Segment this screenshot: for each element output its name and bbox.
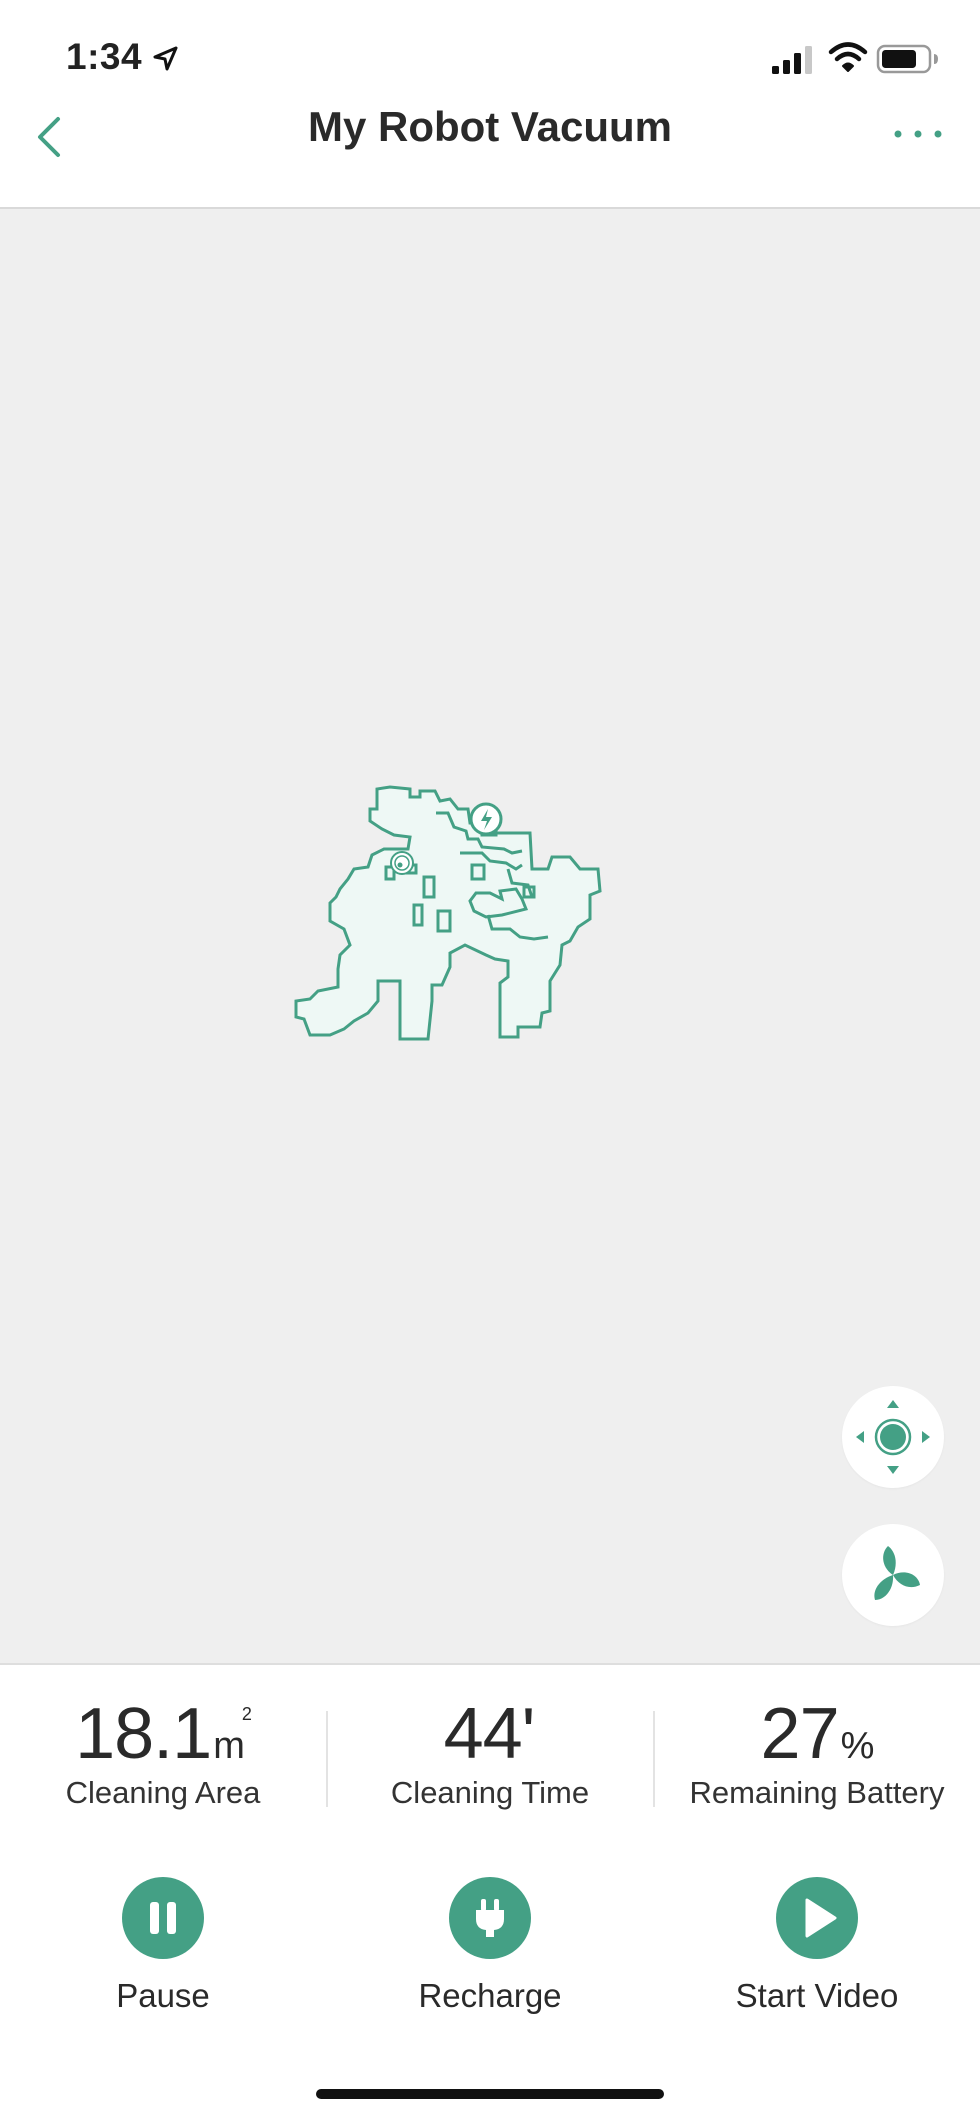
nav-bar: My Robot Vacuum [0,95,980,209]
stat-cleaning-area: 18.1m2 Cleaning Area [0,1665,326,1853]
robot-position-icon [390,851,414,875]
stat-value: 44' [443,1694,536,1774]
charging-dock-icon [469,802,503,836]
status-time: 1:34 [66,36,143,77]
pause-icon [150,1902,176,1934]
stat-value: 18.1m2 [75,1694,252,1774]
stat-value: 27% [760,1694,875,1774]
recharge-button[interactable]: Recharge [327,1877,653,2027]
recharge-circle [449,1877,531,1959]
start-video-button[interactable]: Start Video [654,1877,980,2027]
joystick-icon [856,1400,930,1474]
battery-icon [876,44,938,74]
more-options-button[interactable] [888,119,948,149]
action-bar: Pause Recharge Start Video [0,1853,980,2121]
start-video-circle [776,1877,858,1959]
stat-label: Cleaning Time [390,1775,590,1810]
pause-circle [122,1877,204,1959]
stat-remaining-battery: 27% Remaining Battery [654,1665,980,1853]
remote-control-button[interactable] [842,1386,944,1488]
fan-icon [874,1546,920,1600]
stats-panel: 18.1m2 Cleaning Area 44' Cleaning Time 2… [0,1663,980,1855]
stat-unit: m [213,1725,245,1767]
stat-unit: % [840,1725,875,1767]
cellular-signal-icon [772,46,812,74]
recharge-label: Recharge [418,1977,562,2014]
start-video-label: Start Video [735,1977,899,2014]
wifi-icon [828,42,868,72]
stat-cleaning-time: 44' Cleaning Time [327,1665,653,1853]
stat-unit-superscript: 2 [241,1704,252,1724]
stat-label: Cleaning Area [65,1775,261,1810]
page-title: My Robot Vacuum [307,103,673,150]
status-bar: 1:34 [0,0,980,110]
pause-button[interactable]: Pause [0,1877,326,2027]
home-indicator[interactable] [316,2089,664,2099]
cleaning-map[interactable] [0,209,980,1663]
more-dots-icon [894,130,942,138]
play-icon [805,1898,837,1938]
plug-icon [476,1899,504,1937]
suction-power-button[interactable] [842,1524,944,1626]
cleaned-area-map [294,785,602,1041]
stat-label: Remaining Battery [689,1775,945,1810]
location-arrow-icon [153,46,178,71]
pause-label: Pause [116,1977,210,2014]
